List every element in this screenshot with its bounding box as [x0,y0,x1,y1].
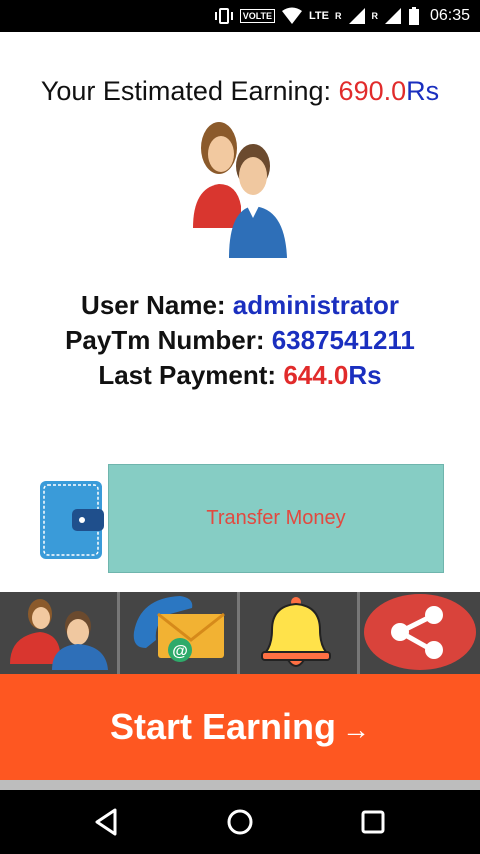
last-payment-line: Last Payment: 644.0Rs [0,360,480,391]
status-bar: VOLTE LTE R R 06:35 [0,0,480,32]
bottom-tab-bar: @ [0,592,480,674]
roaming-label-2: R [371,11,379,21]
last-payment-label: Last Payment: [98,360,277,390]
share-icon [364,594,476,670]
clock: 06:35 [429,7,470,24]
wallet-icon [40,481,104,559]
battery-icon [409,7,419,25]
home-icon[interactable] [222,804,258,840]
estimated-earning: Your Estimated Earning: 690.0Rs [0,76,480,107]
earning-value: 690.0 [338,76,407,106]
transfer-money-label: Transfer Money [206,507,346,529]
paytm-number-value: 6387541211 [271,325,415,355]
tab-contact[interactable]: @ [120,592,240,674]
signal-icon-2 [385,8,401,24]
lte-label: LTE [309,10,329,22]
start-earning-button[interactable]: Start Earning → [0,674,480,780]
user-name-line: User Name: administrator [0,290,480,321]
signal-icon-1 [348,8,365,24]
roaming-label-1: R [335,11,342,21]
tab-share[interactable] [360,592,480,674]
transfer-money-button[interactable]: Transfer Money [108,464,444,573]
earning-unit: Rs [406,76,440,106]
volte-badge: VOLTE [239,9,276,23]
users-icon [10,599,108,670]
last-payment-unit: Rs [348,360,382,390]
back-icon[interactable] [89,804,125,840]
contact-mail-icon: @ [133,596,225,662]
last-payment-value: 644.0 [283,360,349,390]
bell-icon [261,597,331,667]
tab-notifications[interactable] [240,592,360,674]
status-icons: VOLTE LTE R R [214,6,420,26]
system-nav-bar [0,790,480,854]
recents-icon[interactable] [355,804,391,840]
wifi-icon [282,7,303,24]
arrow-right-icon: → [342,714,371,745]
users-icon [193,122,287,258]
user-name-label: User Name: [81,290,226,320]
paytm-number-label: PayTm Number: [65,325,265,355]
paytm-number-line: PayTm Number: 6387541211 [0,325,480,356]
user-name-value: administrator [232,290,399,320]
start-earning-label: Start Earning [109,706,337,747]
vibrate-icon [214,8,233,24]
divider [0,780,480,790]
tab-users[interactable] [0,592,120,674]
earning-label: Your Estimated Earning: [40,76,332,106]
svg-text:@: @ [172,643,188,660]
